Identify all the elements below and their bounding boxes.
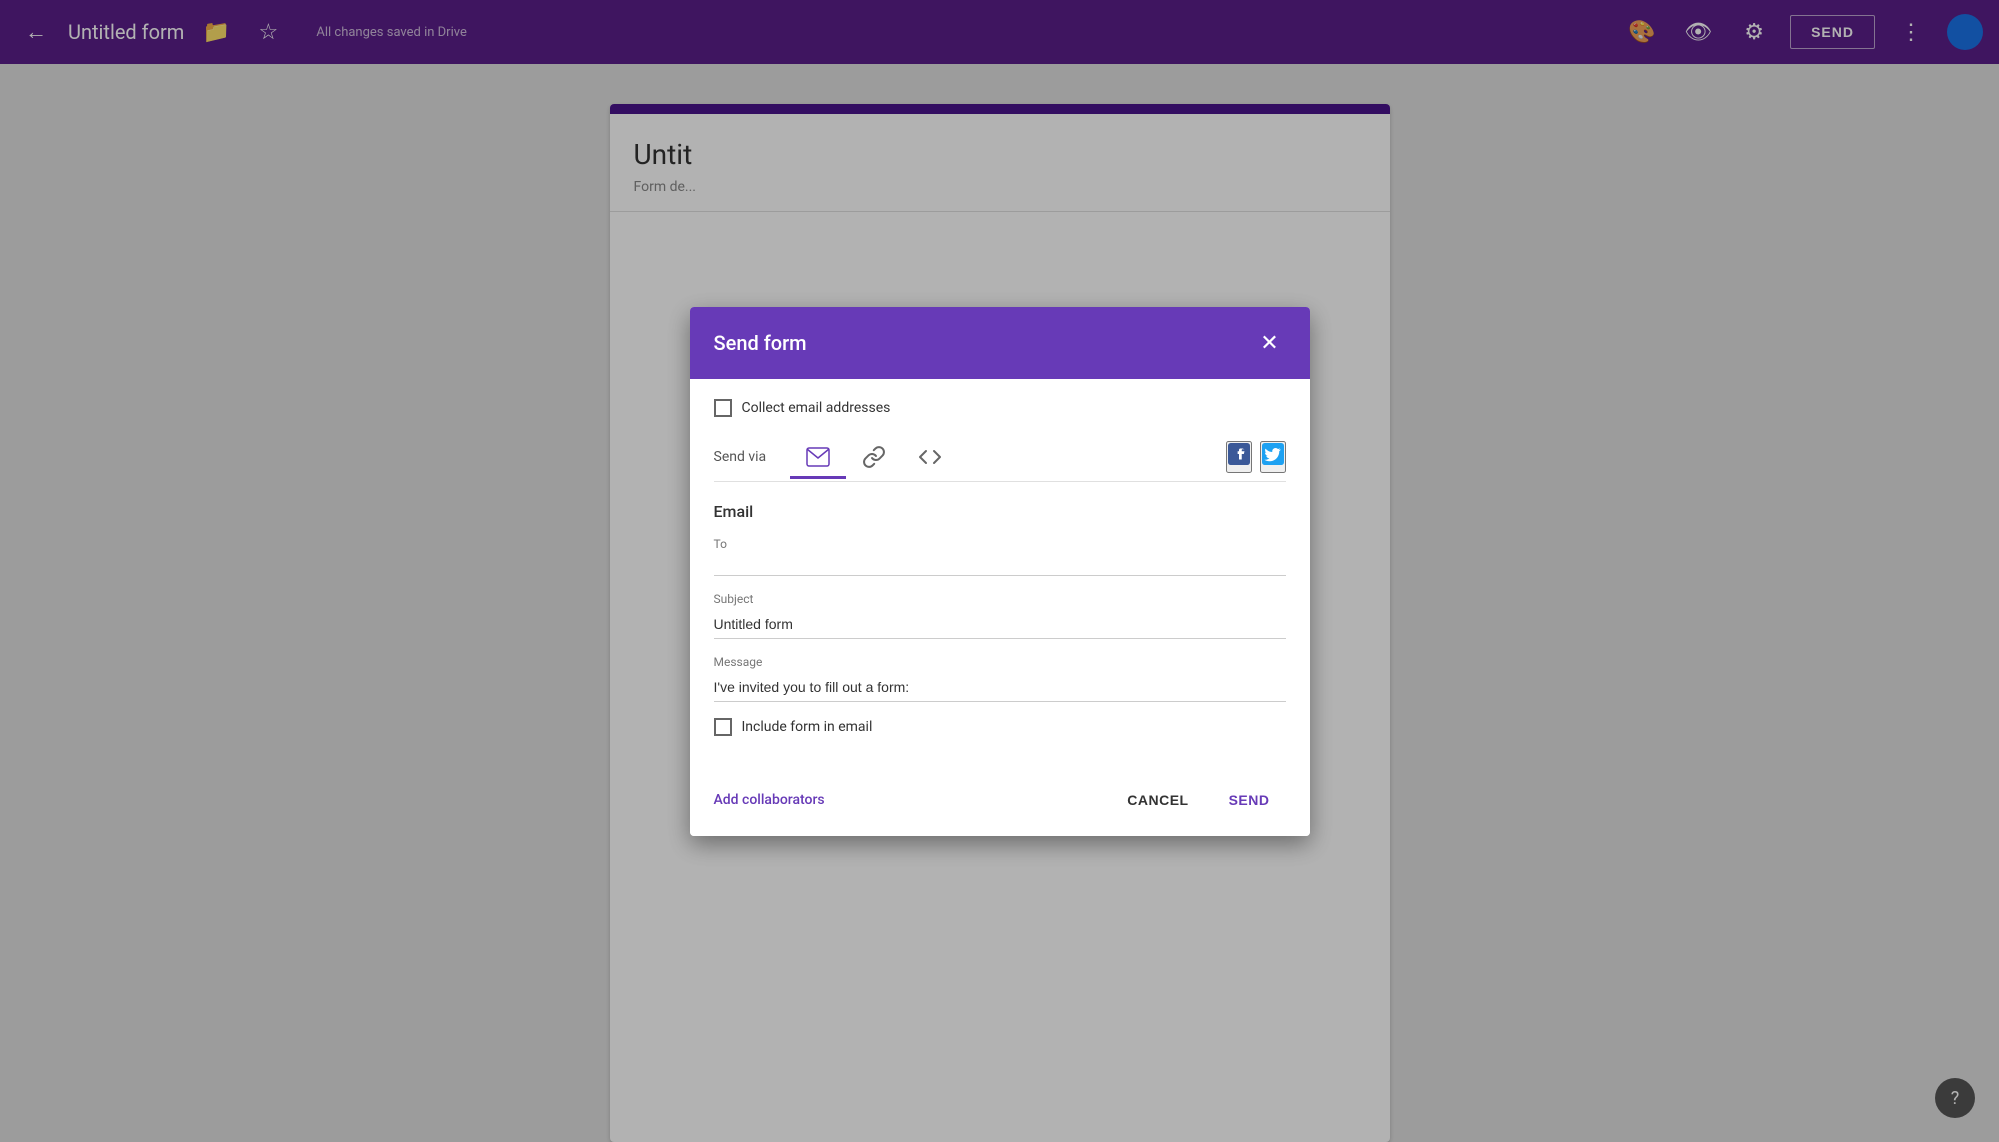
- dialog-header: Send form ✕: [690, 307, 1310, 379]
- send-via-row: Send via: [714, 437, 1286, 482]
- message-label: Message: [714, 655, 1286, 669]
- dialog-body: Collect email addresses Send via: [690, 379, 1310, 772]
- dialog-footer: Add collaborators CANCEL SEND: [690, 772, 1310, 836]
- subject-input[interactable]: [714, 610, 1286, 639]
- include-form-label: Include form in email: [742, 719, 873, 735]
- collect-emails-row: Collect email addresses: [714, 399, 1286, 417]
- send-form-dialog: Send form ✕ Collect email addresses Send…: [690, 307, 1310, 836]
- to-input[interactable]: [714, 537, 1286, 576]
- to-field-group: To: [714, 537, 1286, 576]
- twitter-icon: [1262, 443, 1284, 465]
- tab-email[interactable]: [790, 439, 846, 475]
- link-tab-icon: [862, 445, 886, 469]
- include-form-checkbox[interactable]: [714, 718, 732, 736]
- collect-emails-label: Collect email addresses: [742, 400, 891, 416]
- tab-link[interactable]: [846, 437, 902, 477]
- to-label: To: [714, 537, 727, 551]
- message-input[interactable]: [714, 673, 1286, 702]
- include-form-row: Include form in email: [714, 718, 1286, 736]
- email-section-title: Email: [714, 502, 1286, 521]
- dialog-close-button[interactable]: ✕: [1254, 327, 1286, 359]
- dialog-title: Send form: [714, 331, 807, 355]
- send-via-tabs: [790, 437, 1201, 477]
- collect-emails-checkbox[interactable]: [714, 399, 732, 417]
- facebook-icon: [1228, 443, 1250, 465]
- send-via-social: [1226, 441, 1286, 473]
- email-tab-icon: [806, 447, 830, 467]
- add-collaborators-link[interactable]: Add collaborators: [714, 792, 825, 808]
- cancel-button[interactable]: CANCEL: [1111, 784, 1204, 816]
- footer-buttons: CANCEL SEND: [1111, 784, 1285, 816]
- tab-embed[interactable]: [902, 437, 958, 477]
- subject-label: Subject: [714, 592, 1286, 606]
- send-via-label: Send via: [714, 449, 767, 465]
- message-field-group: Message: [714, 655, 1286, 702]
- facebook-share-button[interactable]: [1226, 441, 1252, 473]
- send-button[interactable]: SEND: [1213, 784, 1286, 816]
- subject-field-group: Subject: [714, 592, 1286, 639]
- dialog-overlay: Send form ✕ Collect email addresses Send…: [0, 0, 1999, 1142]
- twitter-share-button[interactable]: [1260, 441, 1286, 473]
- embed-tab-icon: [918, 445, 942, 469]
